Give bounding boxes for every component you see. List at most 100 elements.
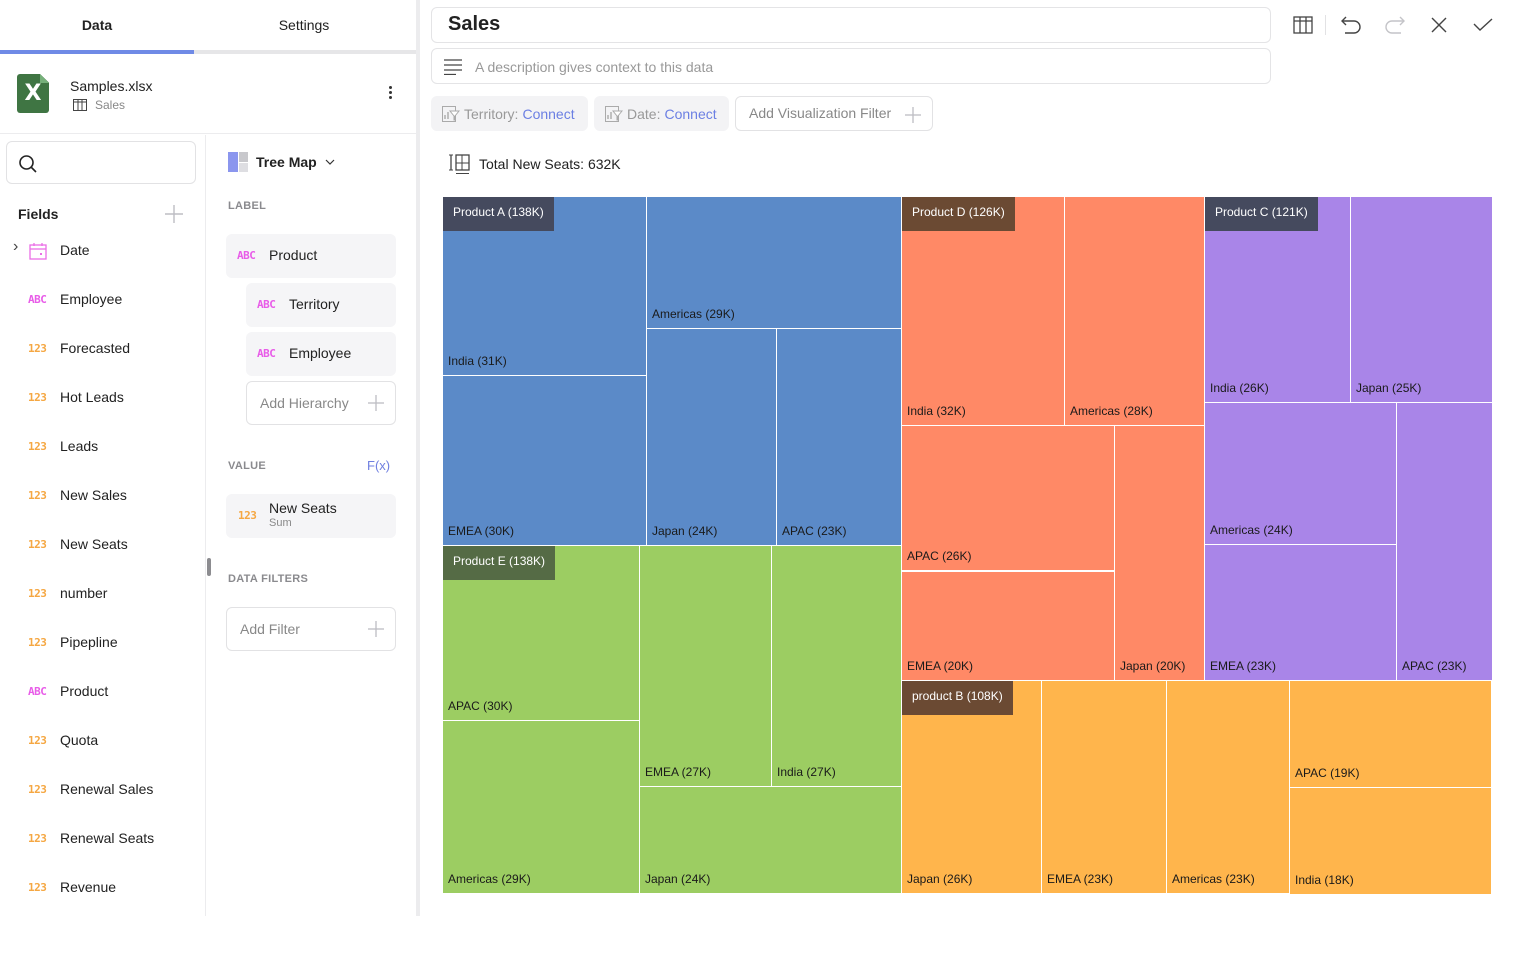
- field-name: New Seats: [60, 536, 128, 552]
- value-pill-name: New Seats: [269, 500, 337, 516]
- label-pill-employee[interactable]: ABC Employee: [246, 332, 396, 376]
- treemap-cell-label: Americas (28K): [1070, 404, 1153, 418]
- undo-button[interactable]: [1338, 12, 1364, 38]
- close-button[interactable]: [1426, 12, 1452, 38]
- more-options-icon[interactable]: [382, 84, 398, 106]
- treemap-group-label[interactable]: Product D (126K): [902, 197, 1015, 231]
- text-lines-icon: [444, 59, 462, 75]
- formula-button[interactable]: F(x): [367, 458, 390, 473]
- field-item[interactable]: 123 Leads: [0, 429, 200, 465]
- field-name: number: [60, 585, 108, 601]
- treemap-cell-label: India (31K): [448, 354, 507, 368]
- treemap-cell[interactable]: EMEA (23K): [1042, 681, 1167, 894]
- treemap-cell[interactable]: Japan (24K): [640, 787, 902, 894]
- title-input[interactable]: Sales: [431, 7, 1271, 43]
- treemap-group-label[interactable]: Product C (121K): [1205, 197, 1318, 231]
- redo-button[interactable]: [1382, 12, 1408, 38]
- treemap-cell[interactable]: Japan (25K): [1351, 197, 1493, 403]
- field-search-input[interactable]: [6, 141, 196, 184]
- field-item[interactable]: 123 Renewal Seats: [0, 821, 200, 857]
- treemap-cell[interactable]: EMEA (23K): [1205, 545, 1397, 681]
- date-filter[interactable]: Date: Connect: [594, 96, 729, 131]
- search-icon: [19, 155, 37, 173]
- treemap-cell-label: Americas (29K): [652, 307, 735, 321]
- field-item[interactable]: ABC Employee: [0, 282, 200, 318]
- treemap-cell[interactable]: APAC (23K): [1397, 403, 1493, 681]
- table-view-button[interactable]: [1290, 12, 1316, 38]
- tab-data[interactable]: Data: [0, 0, 194, 50]
- field-item[interactable]: 123 Renewal Sales: [0, 772, 200, 808]
- field-item[interactable]: 123 Revenue: [0, 870, 200, 906]
- treemap-cell[interactable]: Japan (20K): [1115, 426, 1205, 681]
- treemap-cell-label: India (32K): [907, 404, 966, 418]
- treemap-cell[interactable]: APAC (19K): [1290, 681, 1492, 788]
- treemap-cell[interactable]: Americas (29K): [647, 197, 902, 329]
- value-pill-new-seats[interactable]: 123 New Seats Sum: [226, 494, 396, 538]
- description-input[interactable]: A description gives context to this data: [431, 48, 1271, 84]
- field-item[interactable]: › Date: [0, 233, 200, 269]
- field-item[interactable]: 123 Pipepline: [0, 625, 200, 661]
- treemap-cell[interactable]: EMEA (27K): [640, 546, 772, 787]
- treemap-cell-label: EMEA (27K): [645, 765, 712, 779]
- treemap-group-label[interactable]: Product A (138K): [443, 197, 554, 231]
- add-hierarchy-button[interactable]: Add Hierarchy: [246, 381, 396, 425]
- treemap-group-label[interactable]: Product E (138K): [443, 546, 556, 580]
- visualization-type-selector[interactable]: Tree Map: [228, 152, 335, 172]
- field-item[interactable]: 123 New Seats: [0, 527, 200, 563]
- label-pill-territory[interactable]: ABC Territory: [246, 283, 396, 327]
- treemap-group[interactable]: APAC (30K) Americas (29K) EMEA (27K) India …: [443, 546, 902, 894]
- field-item[interactable]: 123 Hot Leads: [0, 380, 200, 416]
- add-hierarchy-label: Add Hierarchy: [260, 395, 349, 411]
- data-filters-section-title: DATA FILTERS: [228, 573, 309, 585]
- tab-settings[interactable]: Settings: [200, 0, 408, 50]
- field-item[interactable]: 123 Quota: [0, 723, 200, 759]
- treemap-chart: India (31K) EMEA (30K) Americas (29K) Japan…: [443, 197, 1493, 895]
- chevron-right-icon[interactable]: ›: [13, 238, 18, 256]
- treemap-group-label[interactable]: product B (108K): [902, 681, 1013, 715]
- field-item[interactable]: 123 number: [0, 576, 200, 612]
- field-name: Date: [60, 242, 90, 258]
- treemap-cell[interactable]: Japan (24K): [647, 329, 777, 546]
- treemap-cell[interactable]: Americas (28K): [1065, 197, 1205, 426]
- treemap-group[interactable]: India (32K) Americas (28K) APAC (26K) EMEA …: [902, 197, 1205, 681]
- chevron-down-icon: [325, 159, 335, 165]
- treemap-cell[interactable]: India (27K): [772, 546, 902, 787]
- confirm-button[interactable]: [1470, 12, 1496, 38]
- data-source[interactable]: X Samples.xlsx Sales: [0, 54, 416, 134]
- number-type-icon: 123: [28, 636, 47, 649]
- treemap-cell[interactable]: APAC (23K): [777, 329, 902, 546]
- treemap-cell[interactable]: Americas (24K): [1205, 403, 1397, 545]
- panel-divider[interactable]: [416, 0, 420, 916]
- field-name: Product: [60, 683, 109, 699]
- treemap-cell[interactable]: Americas (29K): [443, 721, 640, 894]
- add-filter-button[interactable]: Add Filter: [226, 607, 396, 651]
- field-item[interactable]: ABC Product: [0, 674, 200, 710]
- plus-icon: [905, 107, 921, 123]
- treemap-cell[interactable]: India (32K): [902, 197, 1065, 426]
- filter-connect-link[interactable]: Connect: [522, 106, 574, 122]
- treemap-cell-label: EMEA (23K): [1210, 659, 1277, 673]
- field-item[interactable]: 123 New Sales: [0, 478, 200, 514]
- add-visualization-filter-button[interactable]: Add Visualization Filter: [735, 96, 933, 131]
- treemap-cell[interactable]: EMEA (30K): [443, 376, 647, 546]
- filter-connect-link[interactable]: Connect: [664, 106, 716, 122]
- add-field-button[interactable]: [164, 204, 184, 224]
- treemap-cell[interactable]: Americas (23K): [1167, 681, 1290, 894]
- treemap-group[interactable]: India (31K) EMEA (30K) Americas (29K) Japan…: [443, 197, 902, 546]
- source-file-name: Samples.xlsx: [70, 78, 153, 94]
- text-type-icon: ABC: [257, 298, 276, 311]
- filter-chart-icon: [442, 105, 460, 122]
- treemap-group[interactable]: India (26K) Japan (25K) Americas (24K) EMEA…: [1205, 197, 1493, 681]
- field-name: Pipepline: [60, 634, 118, 650]
- calendar-icon: [29, 243, 47, 260]
- field-item[interactable]: 123 Forecasted: [0, 331, 200, 367]
- territory-filter[interactable]: Territory: Connect: [431, 96, 588, 131]
- treemap-cell[interactable]: EMEA (20K): [902, 572, 1115, 681]
- field-name: Quota: [60, 732, 99, 748]
- treemap-group[interactable]: Japan (26K) EMEA (23K) Americas (23K) APAC …: [902, 681, 1492, 895]
- field-name: Revenue: [60, 879, 117, 895]
- treemap-cell[interactable]: APAC (26K): [902, 426, 1115, 571]
- check-icon: [1473, 18, 1493, 31]
- label-pill-product[interactable]: ABC Product: [226, 234, 396, 278]
- treemap-cell[interactable]: India (18K): [1290, 788, 1492, 895]
